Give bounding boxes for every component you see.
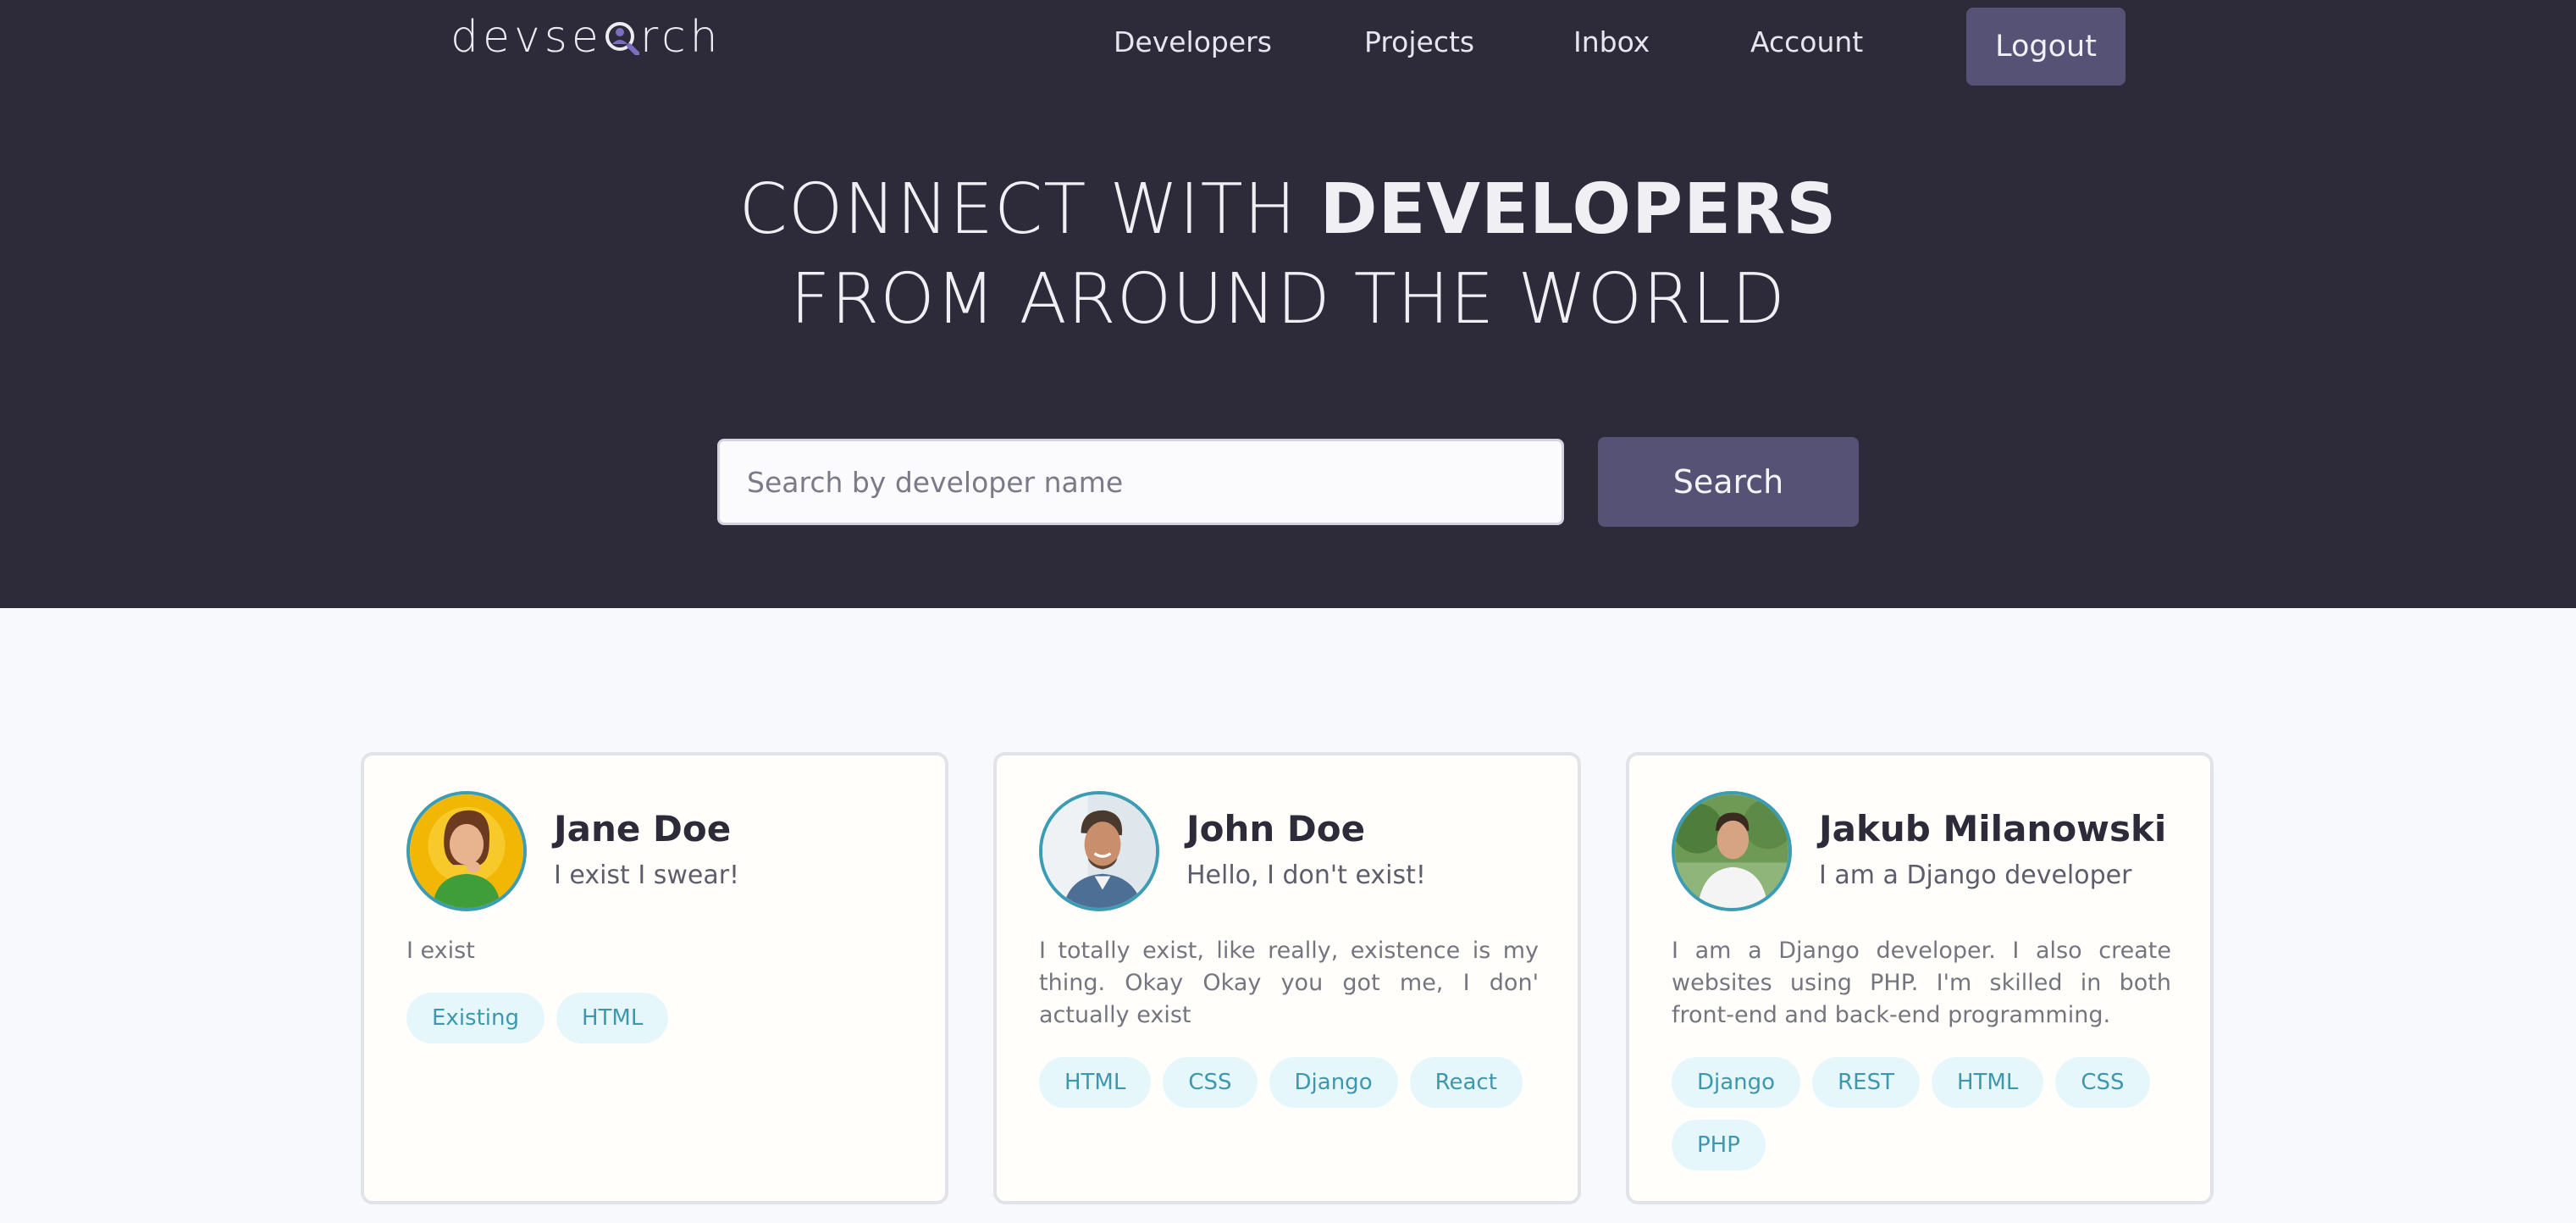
logout-button[interactable]: Logout: [1966, 8, 2125, 86]
skill-tag[interactable]: HTML: [1039, 1057, 1152, 1108]
nav-developers[interactable]: Developers: [1114, 25, 1272, 58]
skill-tags: HTML CSS Django React: [1039, 1057, 1547, 1108]
hero-headline-line1: CONNECT WITH DEVELOPERS: [0, 169, 2576, 250]
developer-headline: I exist I swear!: [554, 861, 740, 890]
search-button[interactable]: Search: [1598, 437, 1859, 527]
skill-tag[interactable]: REST: [1812, 1057, 1920, 1108]
john-avatar-photo: [1042, 794, 1156, 908]
skill-tags: Django REST HTML CSS PHP: [1672, 1057, 2180, 1170]
skill-tag[interactable]: Existing: [406, 993, 544, 1043]
skill-tags: Existing HTML: [406, 993, 915, 1043]
developer-bio: I totally exist, like really, existence …: [1039, 938, 1539, 1028]
nav-inbox[interactable]: Inbox: [1573, 25, 1650, 58]
headline-light-text: CONNECT WITH: [738, 169, 1320, 250]
skill-tag[interactable]: HTML: [556, 993, 669, 1043]
avatar: [406, 791, 527, 911]
hero-headline-line2: FROM AROUND THE WORLD: [790, 259, 1786, 340]
jane-avatar-photo: [410, 794, 523, 908]
developer-headline: Hello, I don't exist!: [1186, 861, 1426, 890]
nav-projects[interactable]: Projects: [1364, 25, 1474, 58]
developer-bio: I am a Django developer. I also create w…: [1672, 938, 2171, 1028]
nav-account[interactable]: Account: [1750, 25, 1863, 58]
avatar: [1039, 791, 1159, 911]
skill-tag[interactable]: HTML: [1931, 1057, 2044, 1108]
headline-bold-text: DEVELOPERS: [1319, 169, 1838, 250]
developer-card[interactable]: Jane Doe I exist I swear! I exist Existi…: [361, 752, 948, 1204]
developer-card[interactable]: Jakub Milanowski I am a Django developer…: [1626, 752, 2214, 1204]
skill-tag[interactable]: PHP: [1672, 1120, 1766, 1170]
developer-name[interactable]: Jakub Milanowski: [1819, 808, 2166, 849]
top-nav: Developers Projects Inbox Account Logout: [0, 0, 2576, 86]
developer-name[interactable]: John Doe: [1186, 808, 1365, 849]
developer-search-input[interactable]: [717, 439, 1564, 525]
skill-tag[interactable]: CSS: [2055, 1057, 2150, 1108]
avatar: [1672, 791, 1792, 911]
skill-tag[interactable]: Django: [1269, 1057, 1398, 1108]
developer-bio: I exist: [406, 938, 475, 964]
skill-tag[interactable]: CSS: [1163, 1057, 1258, 1108]
developer-name[interactable]: Jane Doe: [554, 808, 731, 849]
skill-tag[interactable]: Django: [1672, 1057, 1801, 1108]
developer-card[interactable]: John Doe Hello, I don't exist! I totally…: [993, 752, 1581, 1204]
skill-tag[interactable]: React: [1409, 1057, 1523, 1108]
hero-section: devse rch Developers Projects Inbox Acco…: [0, 0, 2576, 608]
jakub-avatar-photo: [1675, 794, 1788, 908]
developer-headline: I am a Django developer: [1819, 861, 2132, 890]
